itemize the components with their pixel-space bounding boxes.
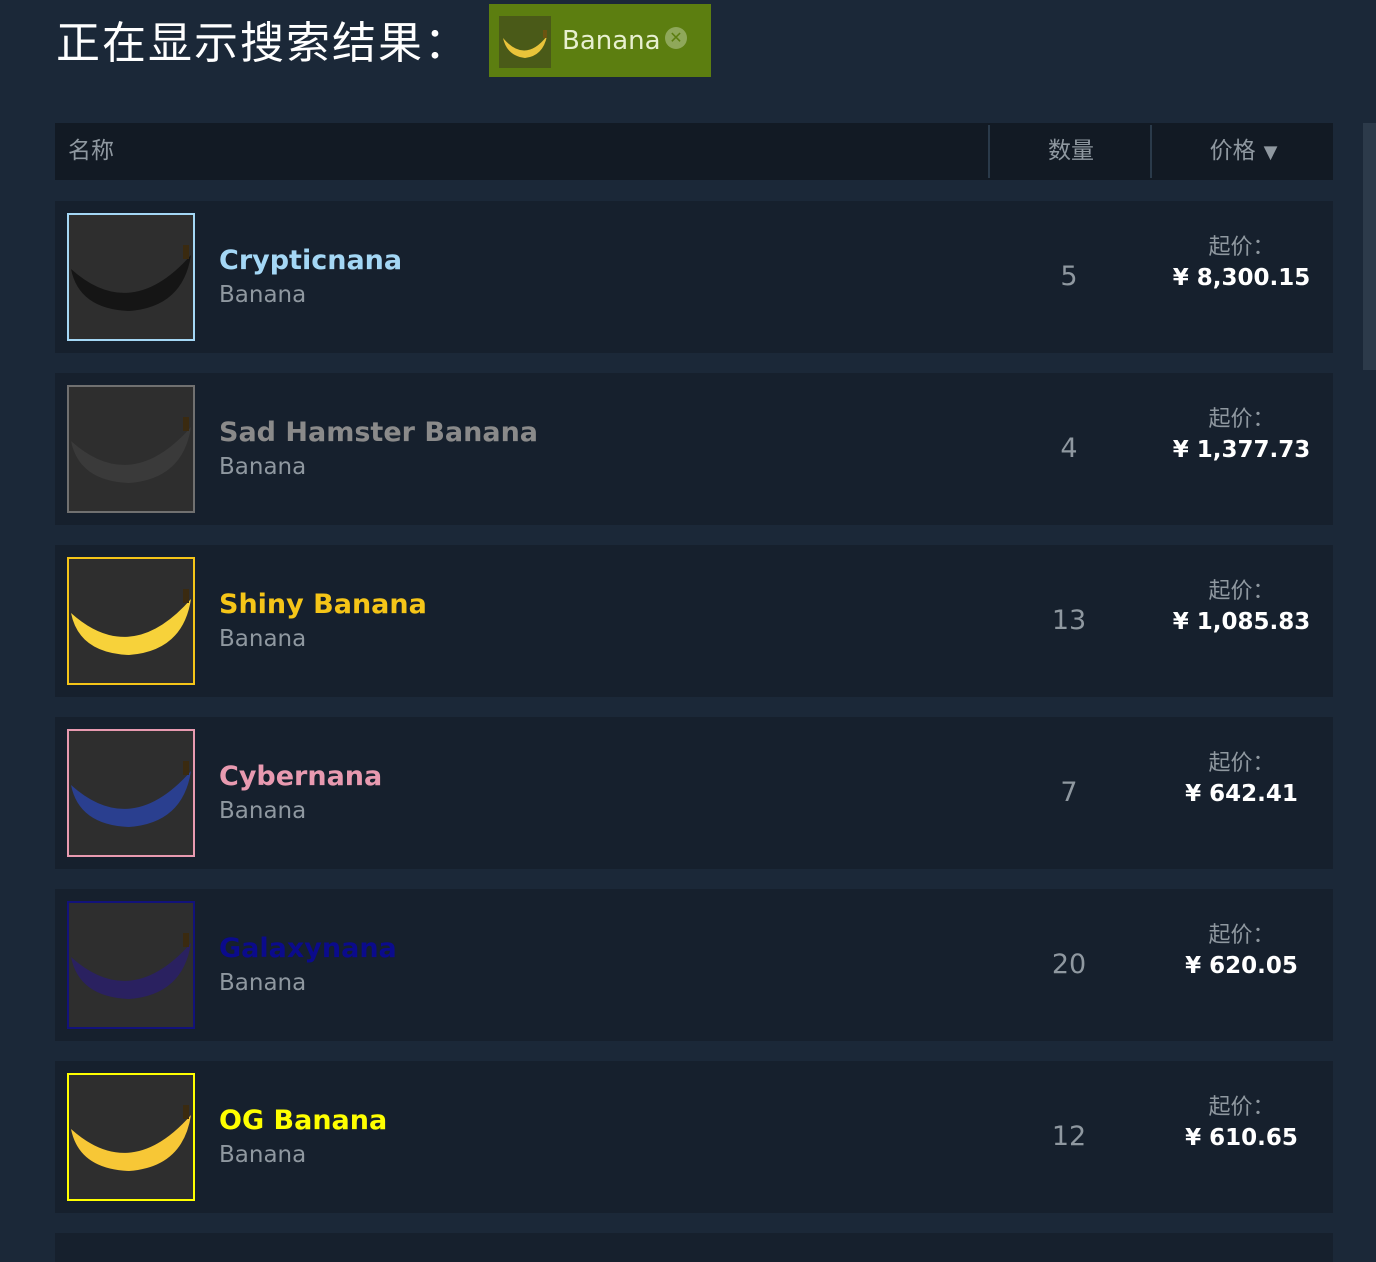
item-quantity: 5 <box>1060 261 1078 292</box>
starting-price-value: ¥ 8,300.15 <box>1172 265 1311 291</box>
starting-price-value: ¥ 642.41 <box>1185 781 1298 807</box>
item-name-link[interactable]: Galaxynana <box>219 931 397 967</box>
starting-price-value: ¥ 610.65 <box>1185 1125 1298 1151</box>
item-game-name: Banana <box>219 798 307 824</box>
item-price-box: 起价： ¥ 620.05 <box>1150 921 1333 981</box>
price-column-label: 价格 <box>1209 138 1256 164</box>
table-row[interactable]: Shiny Banana Banana 13 起价： ¥ 1,085.83 <box>55 545 1333 697</box>
item-game-name: Banana <box>219 1142 307 1168</box>
item-game-name: Banana <box>219 282 307 308</box>
column-header-name[interactable]: 名称 <box>68 123 114 180</box>
galaxy-banana-icon[interactable] <box>67 901 195 1029</box>
column-header-price[interactable]: 价格 ▼ <box>1150 125 1335 178</box>
hamster-banana-icon[interactable] <box>67 385 195 513</box>
item-quantity: 12 <box>1051 1121 1087 1152</box>
table-row[interactable] <box>55 1233 1333 1262</box>
og-banana-icon[interactable] <box>67 1073 195 1201</box>
item-game-name: Banana <box>219 454 307 480</box>
item-game-name: Banana <box>219 626 307 652</box>
banana-icon <box>499 16 551 68</box>
sort-descending-icon: ▼ <box>1263 142 1278 163</box>
black-banana-icon[interactable] <box>67 213 195 341</box>
item-quantity: 20 <box>1051 949 1087 980</box>
item-price-box: 起价： ¥ 610.65 <box>1150 1093 1333 1153</box>
starting-price-label: 起价： <box>1208 407 1275 432</box>
starting-price-label: 起价： <box>1208 1095 1275 1120</box>
item-quantity: 7 <box>1060 777 1078 808</box>
starting-price-label: 起价： <box>1208 235 1275 260</box>
item-name-link[interactable]: Crypticnana <box>219 243 402 279</box>
item-name-link[interactable]: Sad Hamster Banana <box>219 415 538 451</box>
results-list: Crypticnana Banana 5 起价： ¥ 8,300.15 Sad Hamst… <box>55 201 1333 1233</box>
search-filter-tag[interactable]: Banana ✕ <box>489 4 711 77</box>
close-circle-icon[interactable]: ✕ <box>665 27 687 49</box>
item-price-box: 起价： ¥ 642.41 <box>1150 749 1333 809</box>
cyber-banana-icon[interactable] <box>67 729 195 857</box>
starting-price-value: ¥ 1,085.83 <box>1172 609 1311 635</box>
table-row[interactable]: Crypticnana Banana 5 起价： ¥ 8,300.15 <box>55 201 1333 353</box>
table-row[interactable]: Cybernana Banana 7 起价： ¥ 642.41 <box>55 717 1333 869</box>
column-header-quantity[interactable]: 数量 <box>988 125 1152 178</box>
item-quantity: 4 <box>1060 433 1078 464</box>
table-row[interactable]: Sad Hamster Banana Banana 4 起价： ¥ 1,377.73 <box>55 373 1333 525</box>
scrollbar-thumb[interactable] <box>1363 123 1376 370</box>
item-name-link[interactable]: OG Banana <box>219 1103 387 1139</box>
item-quantity: 13 <box>1051 605 1087 636</box>
item-price-box: 起价： ¥ 8,300.15 <box>1150 233 1333 293</box>
search-results-heading: 正在显示搜索结果： <box>56 18 470 69</box>
starting-price-label: 起价： <box>1208 923 1275 948</box>
results-table-header: 名称 数量 价格 ▼ <box>55 123 1333 180</box>
item-price-box: 起价： ¥ 1,377.73 <box>1150 405 1333 465</box>
item-name-link[interactable]: Cybernana <box>219 759 382 795</box>
starting-price-label: 起价： <box>1208 751 1275 776</box>
table-row[interactable]: Galaxynana Banana 20 起价： ¥ 620.05 <box>55 889 1333 1041</box>
filter-tag-label: Banana <box>562 26 661 56</box>
item-name-link[interactable]: Shiny Banana <box>219 587 427 623</box>
yellow-banana-icon[interactable] <box>67 557 195 685</box>
starting-price-label: 起价： <box>1208 579 1275 604</box>
item-price-box: 起价： ¥ 1,085.83 <box>1150 577 1333 637</box>
market-search-page: 正在显示搜索结果： Banana ✕ 名称 数量 价格 ▼ Crypticnana… <box>0 0 1376 1262</box>
table-row[interactable]: OG Banana Banana 12 起价： ¥ 610.65 <box>55 1061 1333 1213</box>
item-game-name: Banana <box>219 970 307 996</box>
starting-price-value: ¥ 1,377.73 <box>1172 437 1311 463</box>
starting-price-value: ¥ 620.05 <box>1185 953 1298 979</box>
